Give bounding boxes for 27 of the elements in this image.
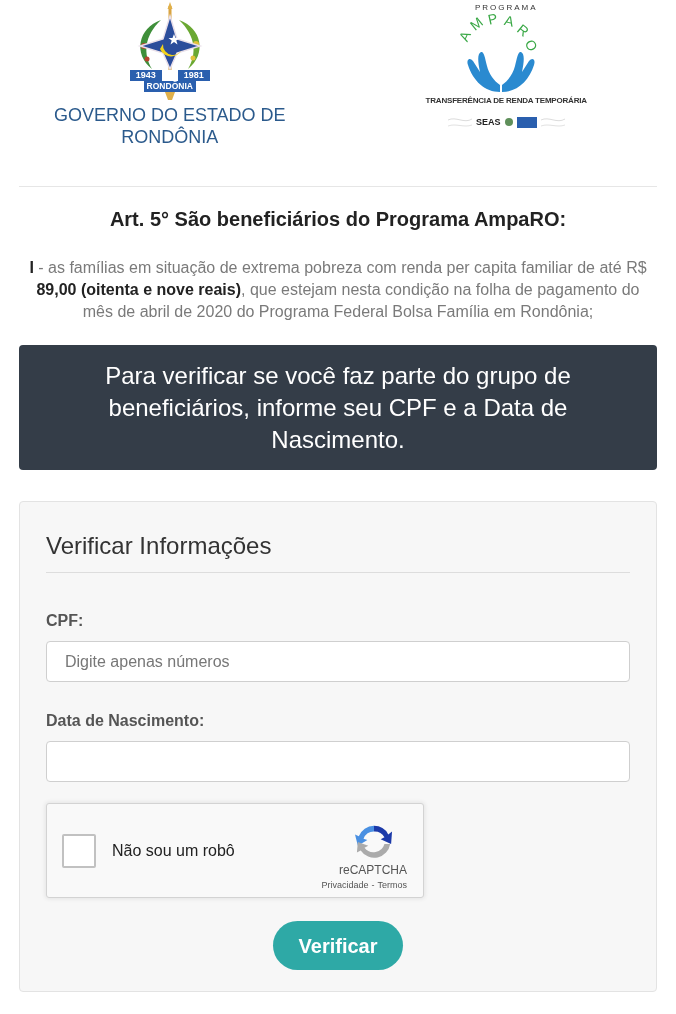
partner-logo-text: SEAS <box>476 116 501 128</box>
state-name-ribbon: RONDÔNIA <box>143 81 196 92</box>
star-shield-icon <box>137 13 203 70</box>
decorative-line-drawing <box>448 116 472 128</box>
badge-icon <box>516 116 537 128</box>
year-ribbon: 1943 <box>129 70 162 81</box>
notice-banner: Para verificar se você faz parte do grupo de beneficiários, informe seu CPF e a Data de Nascimento. <box>19 345 657 470</box>
field-label: Data de Nascimento: <box>46 711 206 731</box>
text-input-field[interactable] <box>46 741 630 782</box>
decorative-line-drawing <box>540 116 565 128</box>
terms-link[interactable]: Termos <box>377 878 407 891</box>
card-title: Verificar Informações <box>46 531 273 561</box>
link-separator: - <box>371 878 375 891</box>
article-paragraph: I - as famílias em situação de extrema pobreza com renda per capita familiar de até R$ 89,00 (oitenta e nove reais), que estejam nesta condição na folha de pagamento do mês de abril de 2020 do Programa Federal Bolsa Família em Rondônia; <box>28 258 648 322</box>
seal-icon <box>504 118 513 126</box>
hands-drawing <box>467 51 535 92</box>
text-input-field[interactable]: Digite apenas números <box>46 641 630 682</box>
article-title: Art. 5° São beneficiários do Programa AmpaRO: <box>108 207 568 232</box>
privacy-link[interactable]: Privacidade <box>321 878 369 891</box>
logo-overline-text: PROGRAMA <box>474 3 538 12</box>
captcha-checkbox[interactable] <box>62 833 96 868</box>
field-label: CPF: <box>46 611 85 631</box>
logo-tagline-text: TRANSFERÊNCIA DE RENDA TEMPORÁRIA <box>425 96 587 106</box>
year-ribbon: 1981 <box>177 70 210 81</box>
government-caption: GOVERNO DO ESTADO DE RONDÔNIA <box>52 104 287 148</box>
captcha-label: Não sou um robô <box>112 840 236 861</box>
recaptcha-brand: reCAPTCHA <box>339 862 407 877</box>
